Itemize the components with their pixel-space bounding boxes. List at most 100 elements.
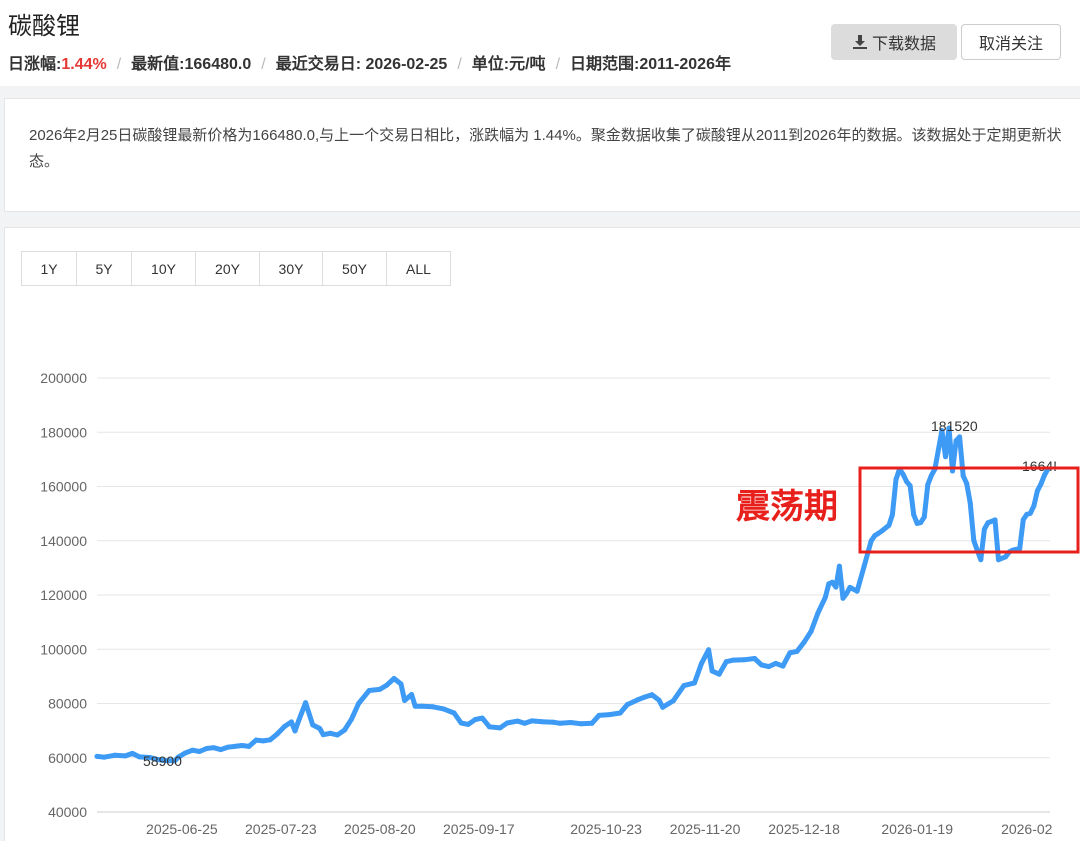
data-point [327,730,333,736]
data-point [430,704,436,710]
data-point [409,692,415,697]
data-point [122,753,128,759]
data-point [504,720,510,726]
data-point [539,719,545,725]
data-point [239,743,245,748]
data-points [94,425,1051,764]
data-point [981,526,987,532]
data-point [334,732,340,738]
x-tick-label: 2026-02 [1001,821,1053,837]
data-point [384,682,390,688]
data-point [985,520,991,526]
x-tick-label: 2025-06-25 [146,821,218,837]
data-point [660,704,666,710]
data-point [996,557,1001,563]
data-point [847,584,853,590]
y-tick-label: 160000 [40,479,87,495]
data-point [854,588,860,594]
data-point [681,683,687,689]
data-point [992,517,998,523]
data-point [589,720,595,726]
data-point [861,563,867,569]
data-point [182,750,188,756]
data-point [274,731,280,737]
x-tick-label: 2025-08-20 [344,821,416,837]
data-point [723,659,729,665]
data-point [759,662,765,668]
data-point [320,732,326,738]
data-point [928,473,934,479]
data-point [1038,481,1044,487]
y-tick-label: 200000 [40,370,87,386]
data-point [479,715,485,721]
data-point [253,737,259,743]
data-point [190,747,195,753]
data-point [218,747,224,753]
data-point [197,749,202,754]
data-point [296,718,301,724]
data-point [246,743,252,749]
x-tick-label: 2025-09-17 [443,821,515,837]
data-point [649,692,655,698]
data-point [900,471,906,477]
data-point [911,512,917,518]
data-point [529,718,535,724]
data-point [766,664,772,670]
data-point [918,520,924,526]
data-point [377,686,383,692]
data-point [1027,510,1033,516]
data-point [624,702,630,708]
data-point [921,514,927,520]
data-point [617,710,623,716]
data-point [1020,517,1026,523]
data-point [486,724,492,730]
data-point [310,722,316,728]
data-point [716,671,722,677]
data-point [317,726,323,731]
data-point [844,591,849,597]
data-point [112,752,118,758]
data-point [281,724,287,730]
data-point [971,538,977,543]
data-point [893,476,899,482]
min-value-label: 58900 [143,753,182,769]
data-point [925,482,931,488]
data-point [211,745,217,751]
y-tick-label: 180000 [40,424,87,440]
data-point [136,754,142,760]
data-point [957,434,963,440]
data-point [303,700,309,706]
data-point [808,628,814,634]
data-point [656,697,662,703]
data-point [288,719,294,725]
data-point [787,650,793,656]
data-point [699,660,704,666]
price-line-chart: 200000 180000 160000 140000 120000 100000 8000… [40,370,1080,837]
data-point [458,720,464,726]
data-point [815,609,821,615]
data-point [904,479,910,485]
data-point [292,728,298,734]
data-point [1003,554,1009,560]
data-point [709,668,715,674]
data-point [670,698,676,704]
data-point [879,528,885,534]
data-point [964,481,970,486]
data-point [402,698,408,703]
data-point [868,538,874,544]
data-point [741,657,747,663]
data-point [497,725,503,731]
oscillation-period-label: 震荡期 [736,487,838,527]
data-point [451,710,457,716]
y-tick-label: 100000 [40,641,87,657]
x-tick-label: 2025-07-23 [245,821,317,837]
data-point [752,656,758,661]
data-point [515,718,521,724]
data-point [356,701,362,706]
data-point [1034,488,1040,494]
data-point [101,754,107,760]
data-point [801,639,807,645]
x-tick-label: 2026-01-19 [881,821,953,837]
data-point [773,660,779,666]
data-point [829,579,835,585]
